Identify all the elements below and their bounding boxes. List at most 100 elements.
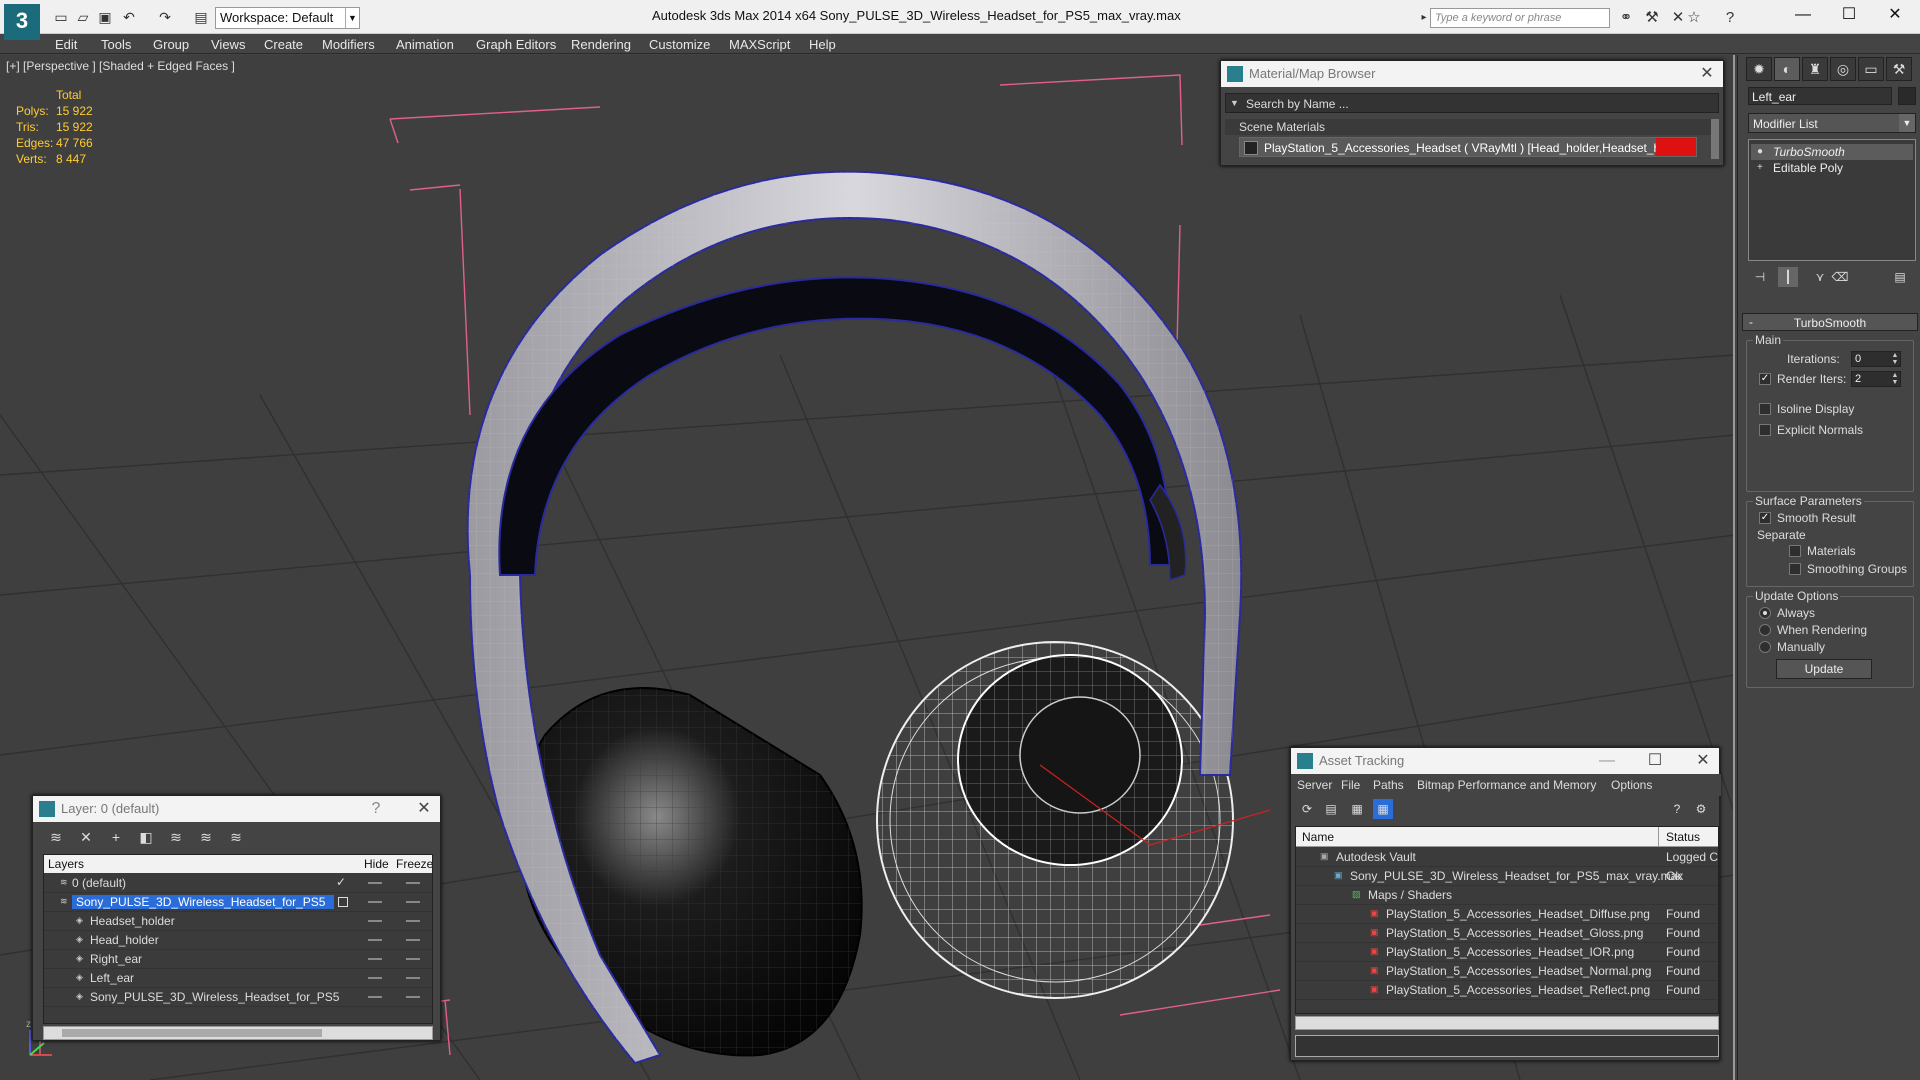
help-icon[interactable]: ?	[366, 799, 386, 819]
explicit-normals-checkbox[interactable]	[1759, 424, 1771, 436]
set-current-layer-icon[interactable]: ≋	[195, 826, 217, 848]
select-layer-icon[interactable]: ≋	[165, 826, 187, 848]
table-view-icon[interactable]: ▦	[1373, 799, 1393, 819]
hide-toggle[interactable]	[368, 901, 382, 903]
motion-tab-icon[interactable]: ◎	[1830, 57, 1856, 81]
menu-help[interactable]: Help	[809, 37, 836, 52]
menu-maxscript[interactable]: MAXScript	[729, 37, 790, 52]
create-tab-icon[interactable]: ✹	[1746, 57, 1772, 81]
asset-row[interactable]: ▣ PlayStation_5_Accessories_Headset_Diffu…	[1296, 905, 1718, 924]
save-icon[interactable]: ▣	[96, 8, 114, 26]
asset-menu-file[interactable]: File	[1341, 778, 1360, 792]
layer-explorer-titlebar[interactable]: Layer: 0 (default) ? ✕	[33, 796, 440, 822]
set-current-box-icon[interactable]	[338, 897, 348, 907]
scrollbar-thumb[interactable]	[62, 1029, 322, 1037]
update-when-rendering-radio[interactable]	[1759, 624, 1771, 636]
material-item[interactable]: PlayStation_5_Accessories_Headset ( VRay…	[1239, 137, 1697, 157]
asset-row[interactable]: ▣ PlayStation_5_Accessories_Headset_Refle…	[1296, 981, 1718, 1000]
configure-modifier-sets-icon[interactable]: ▤	[1890, 267, 1910, 287]
menu-views[interactable]: Views	[211, 37, 245, 52]
asset-tracking-titlebar[interactable]: Asset Tracking — ☐ ✕	[1291, 748, 1719, 774]
close-icon[interactable]: ✕	[414, 799, 434, 819]
freeze-toggle[interactable]	[406, 977, 420, 979]
new-layer-icon[interactable]: ≋	[45, 826, 67, 848]
hide-all-icon[interactable]: ≋	[225, 826, 247, 848]
expand-icon[interactable]: +	[1757, 162, 1767, 174]
asset-row[interactable]: ▣ PlayStation_5_Accessories_Headset_IOR.p…	[1296, 943, 1718, 962]
add-to-layer-icon[interactable]: +	[105, 826, 127, 848]
layer-row[interactable]: ≋ Sony_PULSE_3D_Wireless_Headset_for_PS5	[44, 893, 432, 912]
spinner-arrows-icon[interactable]: ▲ ▼	[1890, 352, 1900, 366]
asset-row[interactable]: ▣ Sony_PULSE_3D_Wireless_Headset_for_PS5_…	[1296, 867, 1718, 886]
spinner-arrows-icon[interactable]: ▲ ▼	[1890, 372, 1900, 386]
menu-animation[interactable]: Animation	[396, 37, 454, 52]
app-logo[interactable]: 3	[4, 4, 40, 40]
freeze-toggle[interactable]	[406, 920, 420, 922]
binoculars-icon[interactable]: ⚭	[1616, 8, 1636, 28]
undo-icon[interactable]: ↶	[120, 8, 138, 26]
layer-row[interactable]: ≋ 0 (default) ✓	[44, 874, 432, 893]
object-color-swatch[interactable]	[1898, 87, 1916, 105]
hide-toggle[interactable]	[368, 977, 382, 979]
column-layers[interactable]: Layers	[48, 857, 84, 871]
lightbulb-icon[interactable]: ●	[1757, 146, 1767, 158]
keyword-search-input[interactable]: Type a keyword or phrase	[1430, 8, 1610, 28]
freeze-toggle[interactable]	[406, 996, 420, 998]
asset-horizontal-scrollbar[interactable]	[1295, 1016, 1719, 1030]
tree-view-icon[interactable]: ▦	[1347, 799, 1367, 819]
asset-row[interactable]: ▣ Autodesk Vault Logged C	[1296, 848, 1718, 867]
maximize-icon[interactable]: ☐	[1645, 751, 1665, 771]
asset-row[interactable]: ▨ Maps / Shaders	[1296, 886, 1718, 905]
layer-row[interactable]: ◈ Headset_holder	[44, 912, 432, 931]
object-name-field[interactable]: Left_ear	[1748, 87, 1892, 105]
update-manually-radio[interactable]	[1759, 641, 1771, 653]
separate-materials-checkbox[interactable]	[1789, 545, 1801, 557]
material-search-input[interactable]: ▼ Search by Name ...	[1225, 93, 1719, 113]
asset-menu-options[interactable]: Options	[1611, 778, 1652, 792]
scene-materials-group[interactable]: Scene Materials	[1225, 119, 1715, 135]
freeze-toggle[interactable]	[406, 939, 420, 941]
smooth-result-checkbox[interactable]: ✓	[1759, 512, 1771, 524]
select-objects-icon[interactable]: ◧	[135, 826, 157, 848]
asset-menu-bitmap[interactable]: Bitmap Performance and Memory	[1417, 778, 1596, 792]
workspace-select[interactable]: Workspace: Default ▼	[215, 7, 360, 29]
layer-row[interactable]: ◈ Sony_PULSE_3D_Wireless_Headset_for_PS5	[44, 988, 432, 1007]
asset-row[interactable]: ▣ PlayStation_5_Accessories_Headset_Norma…	[1296, 962, 1718, 981]
pin-stack-icon[interactable]: ⊣	[1750, 267, 1770, 287]
menu-graph-editors[interactable]: Graph Editors	[476, 37, 556, 52]
separate-smoothing-groups-checkbox[interactable]	[1789, 563, 1801, 575]
viewport-label[interactable]: [+] [Perspective ] [Shaded + Edged Faces…	[6, 59, 235, 73]
layer-row[interactable]: ◈ Head_holder	[44, 931, 432, 950]
stack-item-editable-poly[interactable]: + Editable Poly	[1751, 160, 1913, 176]
new-icon[interactable]: ▭	[52, 8, 70, 26]
refresh-icon[interactable]: ⟳	[1297, 799, 1317, 819]
help-icon[interactable]: ?	[1667, 799, 1687, 819]
utilities-tab-icon[interactable]: ⚒	[1886, 57, 1912, 81]
hide-toggle[interactable]	[368, 920, 382, 922]
display-tab-icon[interactable]: ▭	[1858, 57, 1884, 81]
options-icon[interactable]: ⚙	[1691, 799, 1711, 819]
freeze-toggle[interactable]	[406, 901, 420, 903]
layer-horizontal-scrollbar[interactable]	[43, 1026, 433, 1040]
asset-menu-paths[interactable]: Paths	[1373, 778, 1404, 792]
redo-icon[interactable]: ↷	[156, 8, 174, 26]
material-scrollbar[interactable]	[1711, 119, 1719, 159]
menu-rendering[interactable]: Rendering	[571, 37, 631, 52]
project-icon[interactable]: ▤	[192, 8, 210, 26]
modifier-list-dropdown[interactable]: Modifier List ▼	[1748, 113, 1916, 133]
chevron-down-icon[interactable]: ▼	[1230, 98, 1239, 108]
open-icon[interactable]: ▱	[74, 8, 92, 26]
hide-toggle[interactable]	[368, 996, 382, 998]
column-freeze[interactable]: Freeze	[396, 857, 432, 871]
minimize-icon[interactable]: —	[1597, 751, 1617, 771]
iterations-spinner[interactable]: 0 ▲ ▼	[1851, 351, 1901, 367]
list-view-icon[interactable]: ▤	[1321, 799, 1341, 819]
menu-create[interactable]: Create	[264, 37, 303, 52]
hierarchy-tab-icon[interactable]: ♜	[1802, 57, 1828, 81]
asset-row[interactable]: ▣ PlayStation_5_Accessories_Headset_Gloss…	[1296, 924, 1718, 943]
asset-path-field[interactable]	[1295, 1035, 1719, 1057]
material-browser-titlebar[interactable]: Material/Map Browser ✕	[1221, 61, 1723, 87]
delete-layer-icon[interactable]: ✕	[75, 826, 97, 848]
menu-edit[interactable]: Edit	[55, 37, 77, 52]
render-iters-checkbox[interactable]: ✓	[1759, 373, 1771, 385]
